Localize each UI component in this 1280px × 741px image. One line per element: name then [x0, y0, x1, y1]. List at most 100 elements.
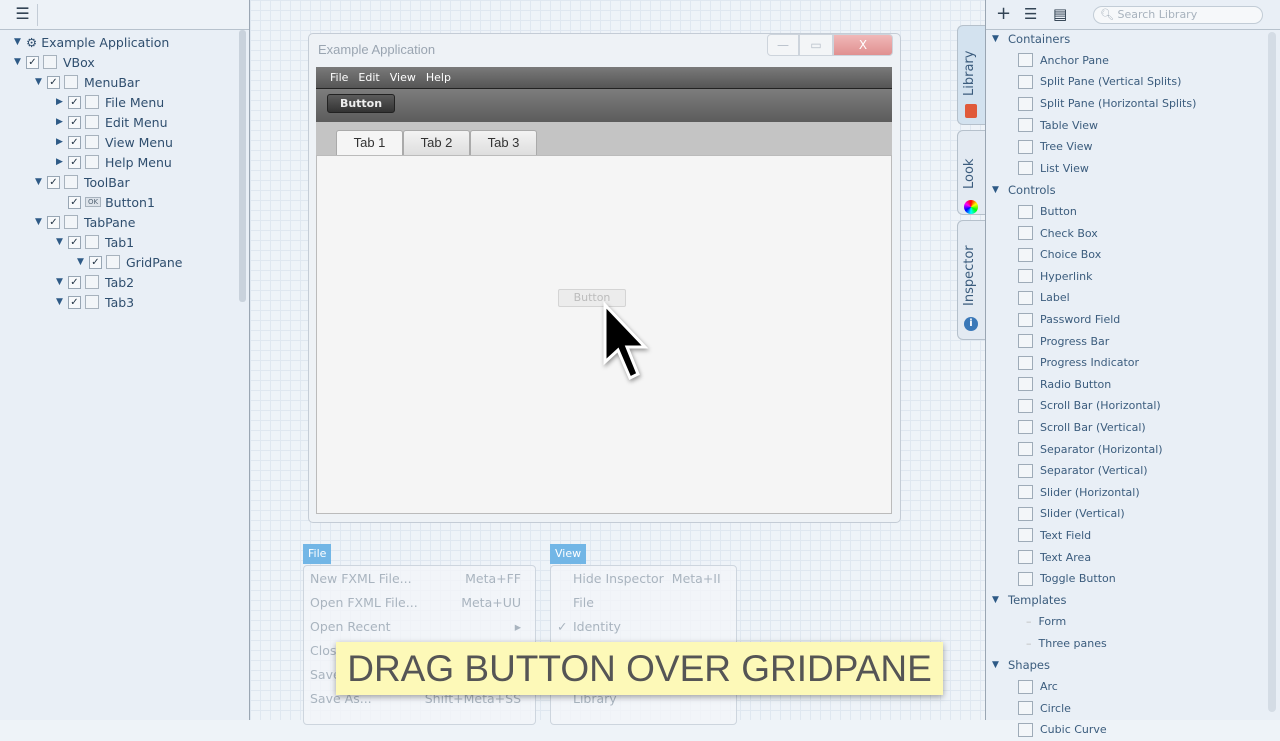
library-item[interactable]: Progress Indicator: [992, 352, 1264, 374]
library-item[interactable]: Cubic Curve: [992, 719, 1264, 741]
library-item[interactable]: Text Field: [992, 525, 1264, 547]
expand-down-icon[interactable]: ▼: [77, 257, 89, 267]
library-item[interactable]: Slider (Horizontal): [992, 481, 1264, 503]
side-tab-library[interactable]: Library: [957, 25, 985, 125]
tree-node[interactable]: ▼ ✓ TabPane: [14, 212, 235, 232]
visibility-checkbox[interactable]: ✓: [68, 115, 81, 129]
library-item[interactable]: Text Area: [992, 546, 1264, 568]
detail-view-icon[interactable]: ▤: [1053, 5, 1067, 23]
expand-down-icon[interactable]: ▼: [35, 177, 47, 187]
maximize-button[interactable]: ▭: [799, 34, 833, 56]
library-item[interactable]: Anchor Pane: [992, 50, 1264, 72]
visibility-checkbox[interactable]: ✓: [89, 255, 102, 269]
expand-down-icon[interactable]: ▼: [992, 595, 1004, 605]
library-item[interactable]: – Form: [992, 611, 1264, 633]
tab-1[interactable]: Tab 1: [336, 130, 403, 155]
library-item[interactable]: Progress Bar: [992, 330, 1264, 352]
visibility-checkbox[interactable]: ✓: [47, 75, 60, 89]
tree-node[interactable]: ▼ ⚙ Example Application: [14, 32, 235, 52]
visibility-checkbox[interactable]: ✓: [68, 155, 81, 169]
expand-down-icon[interactable]: ▼: [14, 37, 26, 47]
expand-right-icon[interactable]: ▶: [56, 97, 68, 107]
library-category[interactable]: ▼ Shapes: [992, 654, 1264, 676]
expand-down-icon[interactable]: ▼: [992, 660, 1004, 670]
library-item[interactable]: Split Pane (Horizontal Splits): [992, 93, 1264, 115]
tree-node[interactable]: ▼ ✓ Tab1: [14, 232, 235, 252]
library-item[interactable]: Radio Button: [992, 374, 1264, 396]
library-item[interactable]: Arc: [992, 676, 1264, 698]
tab-2[interactable]: Tab 2: [403, 130, 470, 155]
visibility-checkbox[interactable]: ✓: [47, 175, 60, 189]
menu-item[interactable]: ✓ Identity: [551, 614, 736, 638]
view-menu-title[interactable]: View: [550, 544, 587, 564]
search-library-input[interactable]: 🔍︎ Search Library: [1093, 6, 1263, 24]
library-item[interactable]: Choice Box: [992, 244, 1264, 266]
visibility-checkbox[interactable]: ✓: [26, 55, 39, 69]
tree-node[interactable]: ▼ ✓ ToolBar: [14, 172, 235, 192]
expand-right-icon[interactable]: ▶: [56, 117, 68, 127]
visibility-checkbox[interactable]: ✓: [68, 135, 81, 149]
library-item[interactable]: Scroll Bar (Vertical): [992, 417, 1264, 439]
expand-down-icon[interactable]: ▼: [56, 277, 68, 287]
hierarchy-list-icon[interactable]: ☰: [8, 4, 38, 26]
visibility-checkbox[interactable]: ✓: [68, 295, 81, 309]
visibility-checkbox[interactable]: ✓: [68, 95, 81, 109]
file-menu-title[interactable]: File: [303, 544, 332, 564]
library-item[interactable]: Label: [992, 287, 1264, 309]
visibility-checkbox[interactable]: ✓: [47, 215, 60, 229]
add-icon[interactable]: +: [996, 3, 1011, 24]
minimize-button[interactable]: —: [767, 34, 799, 56]
library-item[interactable]: Table View: [992, 114, 1264, 136]
library-item[interactable]: Separator (Vertical): [992, 460, 1264, 482]
expand-down-icon[interactable]: ▼: [14, 57, 26, 67]
visibility-checkbox[interactable]: ✓: [68, 275, 81, 289]
library-item[interactable]: – Three panes: [992, 633, 1264, 655]
list-view-icon[interactable]: ☰: [1024, 5, 1037, 23]
toolbar-button[interactable]: Button: [327, 94, 395, 113]
menu-item[interactable]: Open Recent ▸: [304, 614, 535, 638]
close-button[interactable]: X: [833, 34, 893, 56]
tree-node[interactable]: ▶ ✓ Help Menu: [14, 152, 235, 172]
tree-node[interactable]: ▼ ✓ MenuBar: [14, 72, 235, 92]
expand-down-icon[interactable]: ▼: [56, 237, 68, 247]
library-scrollbar[interactable]: [1268, 32, 1276, 712]
library-item[interactable]: Toggle Button: [992, 568, 1264, 590]
expand-down-icon[interactable]: ▼: [35, 77, 47, 87]
tree-node[interactable]: ▼ ✓ VBox: [14, 52, 235, 72]
library-category[interactable]: ▼ Containers: [992, 28, 1264, 50]
menu-item[interactable]: Open FXML File... Meta+UU: [304, 590, 535, 614]
library-item[interactable]: Scroll Bar (Horizontal): [992, 395, 1264, 417]
menu-help[interactable]: Help: [426, 71, 451, 84]
menu-view[interactable]: View: [390, 71, 416, 84]
expand-down-icon[interactable]: ▼: [992, 34, 1004, 44]
expand-down-icon[interactable]: ▼: [56, 297, 68, 307]
tree-node[interactable]: ✓ OK Button1: [14, 192, 235, 212]
tree-node[interactable]: ▼ ✓ GridPane: [14, 252, 235, 272]
expand-right-icon[interactable]: ▶: [56, 157, 68, 167]
expand-down-icon[interactable]: ▼: [35, 217, 47, 227]
library-category[interactable]: ▼ Controls: [992, 179, 1264, 201]
visibility-checkbox[interactable]: ✓: [68, 195, 81, 209]
tree-node[interactable]: ▶ ✓ Edit Menu: [14, 112, 235, 132]
tree-node[interactable]: ▶ ✓ View Menu: [14, 132, 235, 152]
hierarchy-scrollbar[interactable]: [239, 30, 246, 302]
tab-3[interactable]: Tab 3: [470, 130, 537, 155]
tree-node[interactable]: ▼ ✓ Tab2: [14, 272, 235, 292]
menu-file[interactable]: File: [330, 71, 348, 84]
menu-item[interactable]: New FXML File... Meta+FF: [304, 566, 535, 590]
expand-right-icon[interactable]: ▶: [56, 137, 68, 147]
tree-node[interactable]: ▼ ✓ Tab3: [14, 292, 235, 312]
library-item[interactable]: Hyperlink: [992, 266, 1264, 288]
library-item[interactable]: Separator (Horizontal): [992, 438, 1264, 460]
library-item[interactable]: Check Box: [992, 222, 1264, 244]
library-item[interactable]: Password Field: [992, 309, 1264, 331]
expand-down-icon[interactable]: ▼: [992, 185, 1004, 195]
menu-item[interactable]: Hide Inspector Meta+II: [551, 566, 736, 590]
library-item[interactable]: List View: [992, 158, 1264, 180]
library-item[interactable]: Button: [992, 201, 1264, 223]
visibility-checkbox[interactable]: ✓: [68, 235, 81, 249]
tree-node[interactable]: ▶ ✓ File Menu: [14, 92, 235, 112]
side-tab-look[interactable]: Look: [957, 130, 985, 215]
side-tab-inspector[interactable]: Inspector i: [957, 220, 985, 340]
library-category[interactable]: ▼ Templates: [992, 589, 1264, 611]
